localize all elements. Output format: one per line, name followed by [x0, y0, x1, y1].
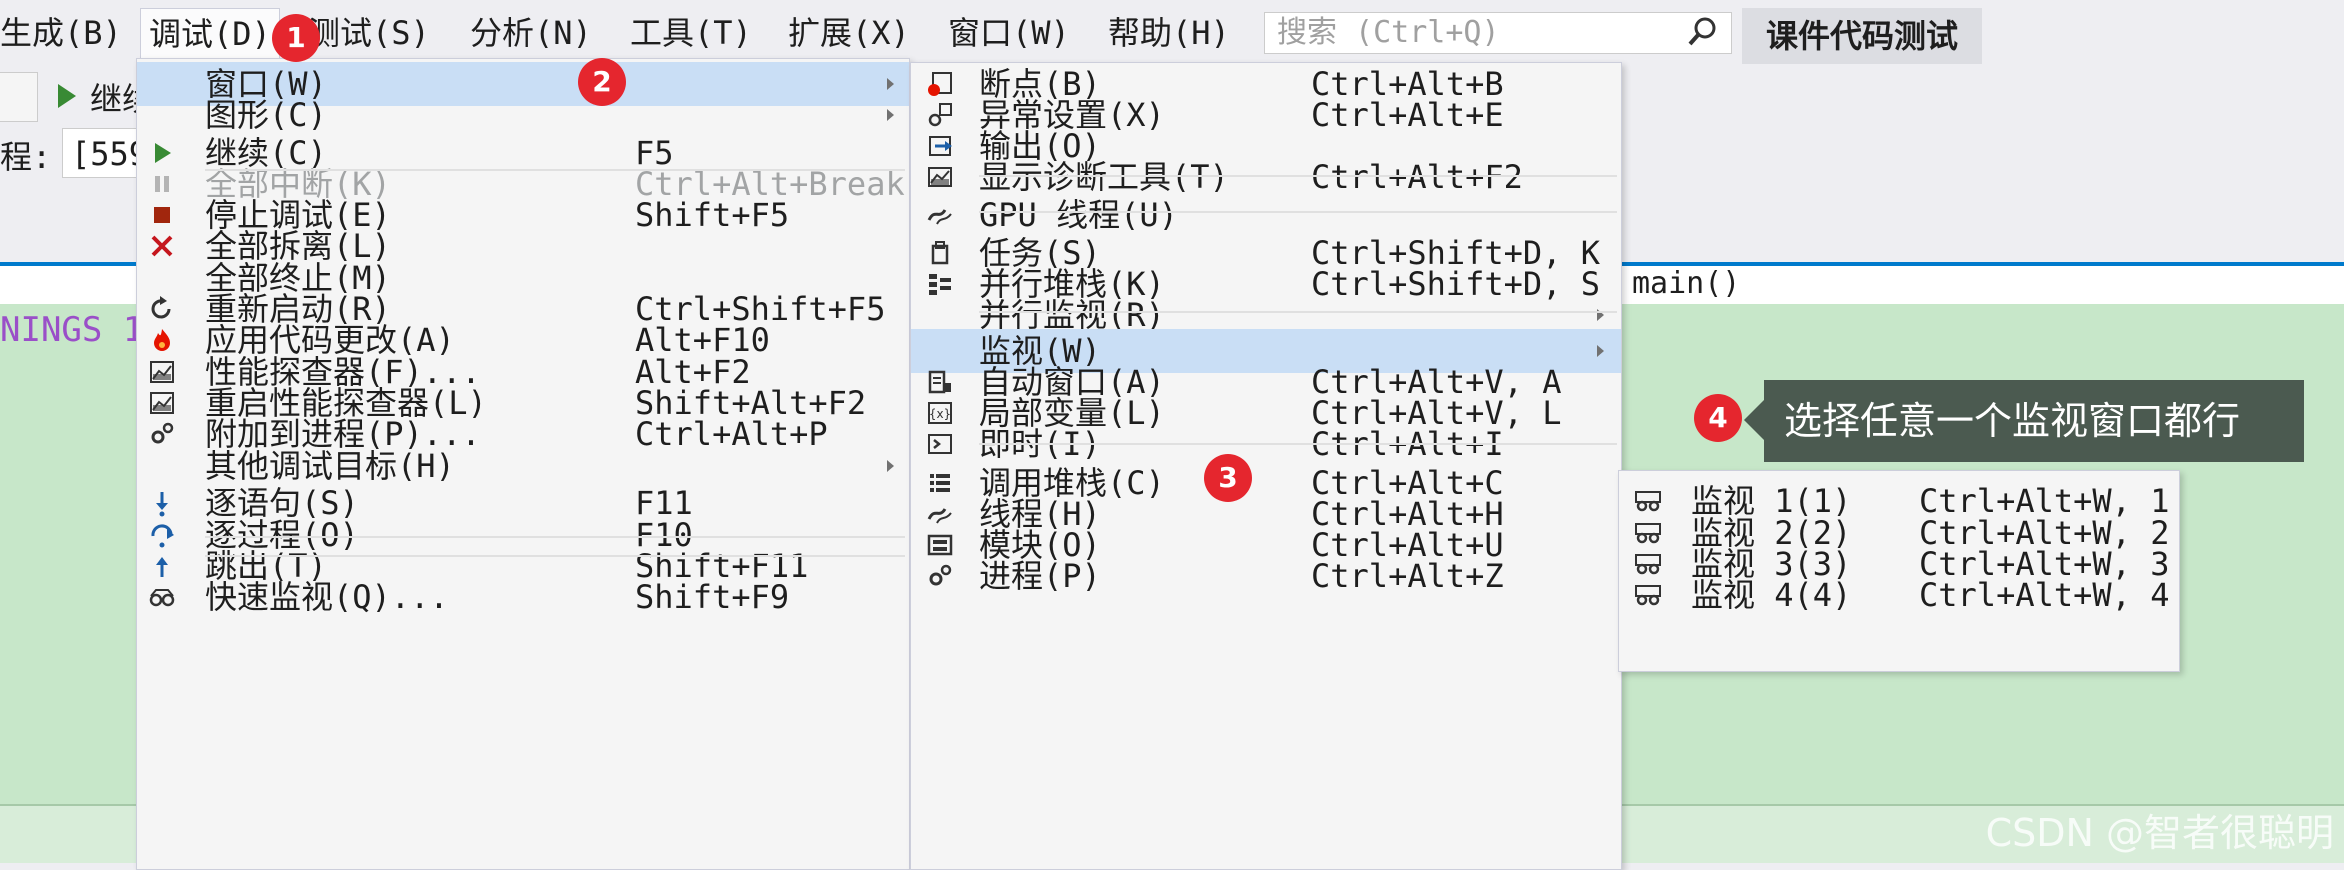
step-badge-3: 3 — [1204, 454, 1252, 502]
function-dropdown[interactable]: main() — [1632, 264, 1740, 304]
process-field[interactable]: [559 — [62, 128, 142, 178]
menu-test[interactable]: 测试(S) — [300, 8, 438, 58]
menu-analyze[interactable]: 分析(N) — [462, 8, 600, 58]
menu-tools[interactable]: 工具(T) — [622, 8, 760, 58]
debug-menu-item[interactable]: 快速监视(Q)... Shift+F9 — [137, 575, 909, 619]
submenu-arrow-icon — [887, 460, 894, 472]
config-dropdown[interactable] — [0, 72, 38, 122]
menu-window[interactable]: 窗口(W) — [940, 8, 1078, 58]
glasses-icon — [149, 589, 175, 607]
menu-extensions[interactable]: 扩展(X) — [780, 8, 918, 58]
menu-separator — [979, 211, 1617, 213]
menu-item-label: 快速监视(Q)... — [205, 578, 449, 616]
menu-separator — [979, 175, 1617, 177]
search-placeholder: 搜索 (Ctrl+Q) — [1277, 15, 1500, 50]
svg-text:{x}: {x} — [929, 407, 951, 421]
step-badge-2: 2 — [578, 58, 626, 106]
project-name: 课件代码测试 — [1742, 8, 1982, 64]
immediate-icon — [928, 434, 952, 454]
debug-menu: 窗口(W) 图形(C) 继续(C) F5 全部中断(K) Ctrl+Alt+Break 停止… — [136, 58, 910, 870]
watch-submenu: 监视 1(1) Ctrl+Alt+W, 1 监视 2(2) Ctrl+Alt+W, 2… — [1618, 470, 2180, 672]
menu-bar: 生成(B) 调试(D) 测试(S) 分析(N) 工具(T) 扩展(X) 窗口(W… — [0, 0, 2344, 67]
submenu-arrow-icon — [1597, 345, 1604, 357]
menu-item-shortcut: Ctrl+Alt+W, 4 — [1919, 576, 2170, 614]
menu-separator — [979, 311, 1617, 313]
menu-separator — [205, 555, 905, 557]
process-icon — [929, 564, 952, 586]
watch-icon — [1635, 585, 1661, 606]
submenu-arrow-icon — [887, 109, 894, 121]
watermark: CSDN @智者很聪明 — [1985, 811, 2334, 855]
menu-separator — [979, 443, 1617, 445]
search-input[interactable]: 搜索 (Ctrl+Q) — [1264, 12, 1732, 54]
callout-pointer — [1744, 398, 1766, 442]
menu-item-shortcut: Ctrl+Alt+Z — [1311, 557, 1504, 595]
menu-item-shortcut: Shift+F9 — [635, 578, 790, 616]
process-label: 程: — [0, 138, 52, 176]
menu-item-label: 监视 4(4) — [1691, 576, 1852, 614]
window-submenu: 断点(B) Ctrl+Alt+B 异常设置(X) Ctrl+Alt+E 输出(O) 显示诊… — [910, 62, 1622, 870]
submenu-arrow-icon — [887, 78, 894, 90]
play-icon[interactable] — [56, 82, 78, 110]
diagnostics-icon — [928, 167, 952, 187]
menu-separator — [205, 169, 905, 171]
menu-help[interactable]: 帮助(H) — [1100, 8, 1238, 58]
menu-item-label: 进程(P) — [979, 557, 1101, 595]
window-menu-item[interactable]: 进程(P) Ctrl+Alt+Z — [911, 554, 1621, 598]
search-icon — [1688, 17, 1716, 46]
step-badge-1: 1 — [272, 14, 320, 62]
watch-menu-item[interactable]: 监视 4(4) Ctrl+Alt+W, 4 — [1619, 573, 2179, 617]
menu-build[interactable]: 生成(B) — [0, 8, 130, 58]
step-badge-4: 4 — [1694, 394, 1742, 442]
code-text: NINGS 1 — [0, 310, 144, 350]
menu-separator — [205, 536, 905, 538]
gpu-thread-icon — [927, 209, 952, 225]
callout-note: 选择任意一个监视窗口都行 — [1764, 380, 2304, 462]
